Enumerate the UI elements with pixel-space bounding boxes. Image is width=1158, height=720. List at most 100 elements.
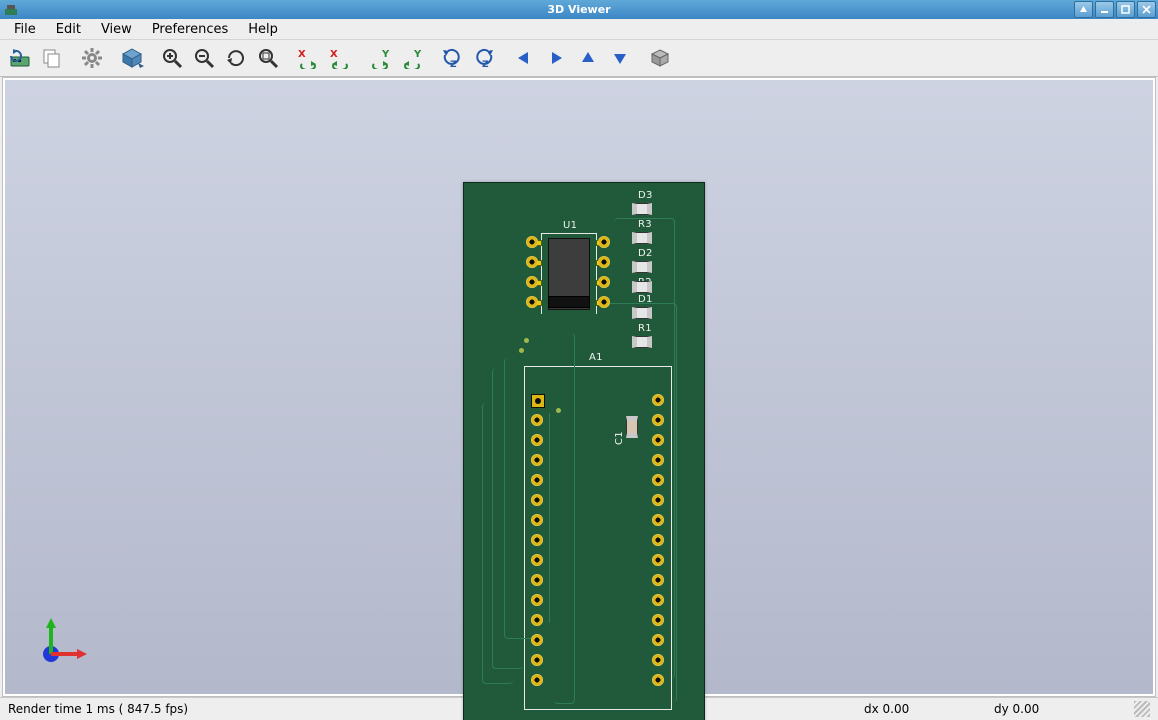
trace: [606, 303, 677, 702]
move-down-button[interactable]: [604, 42, 636, 74]
window-buttons: [1074, 1, 1156, 18]
maximize-button[interactable]: [1116, 1, 1135, 18]
rotate-z-ccw-button[interactable]: Z: [468, 42, 500, 74]
zoom-fit-icon: [257, 47, 279, 69]
rotate-x-cw-icon: X: [296, 47, 320, 69]
header-pin: [652, 394, 664, 406]
rotate-z-cw-icon: Z: [440, 47, 464, 69]
menu-preferences[interactable]: Preferences: [142, 20, 238, 39]
resize-grip[interactable]: [1134, 701, 1150, 717]
header-pin: [531, 634, 543, 646]
header-pin: [531, 594, 543, 606]
header-pin: [652, 494, 664, 506]
ref-u1: U1: [563, 221, 577, 231]
ic-via: [598, 276, 610, 288]
svg-text:Y: Y: [381, 49, 390, 60]
ic-u1-shadow: [548, 296, 590, 308]
header-pin: [652, 454, 664, 466]
move-up-button[interactable]: [572, 42, 604, 74]
titlebar: 3D Viewer: [0, 0, 1158, 19]
ic-via: [526, 236, 538, 248]
redraw-icon: [225, 47, 247, 69]
header-pin: [531, 514, 543, 526]
header-pin: [531, 394, 545, 408]
viewport-3d[interactable]: U1 A1 D3 R3 D2 R2 D1 R1 C1: [5, 80, 1153, 694]
rotate-x-ccw-button[interactable]: X: [324, 42, 356, 74]
header-pin: [652, 634, 664, 646]
move-left-button[interactable]: [508, 42, 540, 74]
reload-icon: [9, 47, 31, 69]
menu-view[interactable]: View: [91, 20, 142, 39]
ic-via: [598, 256, 610, 268]
header-pin: [652, 554, 664, 566]
reload-board-button[interactable]: [4, 42, 36, 74]
ic-via: [598, 296, 610, 308]
header-pin: [531, 574, 543, 586]
header-pin: [531, 494, 543, 506]
smd-d3: [632, 203, 652, 215]
zoom-out-button[interactable]: [188, 42, 220, 74]
projection-button[interactable]: [116, 42, 148, 74]
gear-icon: [81, 47, 103, 69]
header-pin: [531, 454, 543, 466]
header-pin: [652, 574, 664, 586]
header-pin: [531, 614, 543, 626]
header-pin: [531, 414, 543, 426]
header-pin: [652, 434, 664, 446]
pcb-board: U1 A1 D3 R3 D2 R2 D1 R1 C1: [463, 182, 705, 720]
fit-view-button[interactable]: [252, 42, 284, 74]
svg-text:Y: Y: [413, 49, 422, 60]
via: [556, 408, 561, 413]
rollup-button[interactable]: [1074, 1, 1093, 18]
window-title: 3D Viewer: [547, 3, 610, 16]
arrow-left-icon: [514, 48, 534, 68]
arrow-up-icon: [578, 48, 598, 68]
rotate-x-ccw-icon: X: [328, 47, 352, 69]
menu-edit[interactable]: Edit: [46, 20, 91, 39]
rotate-y-ccw-button[interactable]: Y: [396, 42, 428, 74]
copy-image-button[interactable]: [36, 42, 68, 74]
menu-help[interactable]: Help: [238, 20, 288, 39]
rotate-z-cw-button[interactable]: Z: [436, 42, 468, 74]
move-right-button[interactable]: [540, 42, 572, 74]
rotate-y-cw-button[interactable]: Y: [364, 42, 396, 74]
rotate-x-cw-button[interactable]: X: [292, 42, 324, 74]
minimize-button[interactable]: [1095, 1, 1114, 18]
header-pin: [531, 534, 543, 546]
via: [519, 348, 524, 353]
header-pin: [531, 654, 543, 666]
via: [524, 338, 529, 343]
zoom-out-icon: [193, 47, 215, 69]
header-pin: [652, 674, 664, 686]
copy-icon: [41, 47, 63, 69]
svg-text:X: X: [298, 49, 306, 60]
arrow-right-icon: [546, 48, 566, 68]
menubar: File Edit View Preferences Help: [0, 19, 1158, 40]
ref-d3: D3: [638, 191, 653, 201]
cube-icon: [120, 46, 144, 70]
zoom-in-icon: [161, 47, 183, 69]
header-pin: [531, 674, 543, 686]
app-icon: [4, 3, 18, 17]
zoom-in-button[interactable]: [156, 42, 188, 74]
close-button[interactable]: [1137, 1, 1156, 18]
redraw-button[interactable]: [220, 42, 252, 74]
render-options-button[interactable]: [76, 42, 108, 74]
status-dy: dy 0.00: [994, 702, 1124, 716]
rotate-y-cw-icon: Y: [368, 47, 392, 69]
rotate-y-ccw-icon: Y: [400, 47, 424, 69]
header-pin: [531, 474, 543, 486]
header-pin: [652, 614, 664, 626]
trace: [554, 333, 575, 704]
header-pin: [652, 654, 664, 666]
status-render-time: Render time 1 ms ( 847.5 fps): [8, 702, 188, 716]
toggle-ortho-button[interactable]: [644, 42, 676, 74]
viewport-frame: U1 A1 D3 R3 D2 R2 D1 R1 C1: [2, 77, 1156, 697]
header-pin: [652, 474, 664, 486]
menu-file[interactable]: File: [4, 20, 46, 39]
svg-text:Z: Z: [450, 60, 457, 69]
header-pin: [652, 594, 664, 606]
trace: [549, 413, 551, 623]
status-dx: dx 0.00: [864, 702, 994, 716]
header-pin: [652, 534, 664, 546]
